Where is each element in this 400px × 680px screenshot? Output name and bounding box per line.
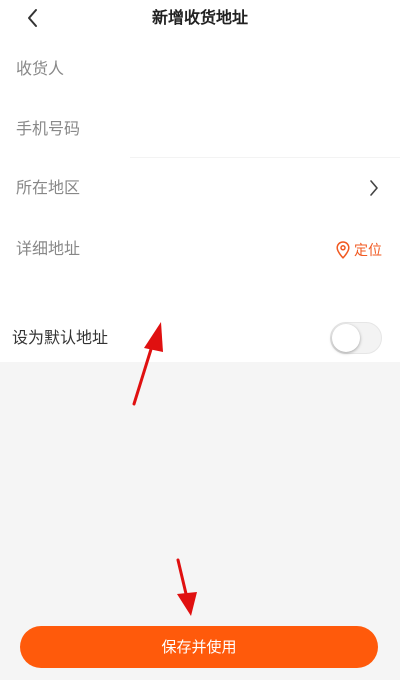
toggle-knob [332,324,360,352]
receiver-row [0,38,400,98]
default-address-toggle[interactable] [330,322,382,354]
top-bar: 新增收货地址 [0,0,400,38]
phone-input[interactable] [16,116,316,140]
address-form: 所在地区 定位 设为默认地址 [0,38,400,362]
locate-button[interactable]: 定位 [336,238,382,262]
region-label: 所在地区 [16,178,81,197]
default-address-label: 设为默认地址 [12,328,109,347]
location-pin-icon [336,241,350,259]
receiver-input[interactable] [16,56,316,80]
annotation-arrow-icon [176,558,197,616]
locate-label: 定位 [354,243,382,259]
save-and-use-button[interactable]: 保存并使用 [20,626,378,668]
address-input[interactable] [16,236,276,260]
chevron-right-icon [370,180,378,196]
default-address-row: 设为默认地址 [0,314,400,362]
region-row[interactable]: 所在地区 [0,158,400,218]
page-title: 新增收货地址 [151,8,248,27]
phone-row [0,98,400,158]
